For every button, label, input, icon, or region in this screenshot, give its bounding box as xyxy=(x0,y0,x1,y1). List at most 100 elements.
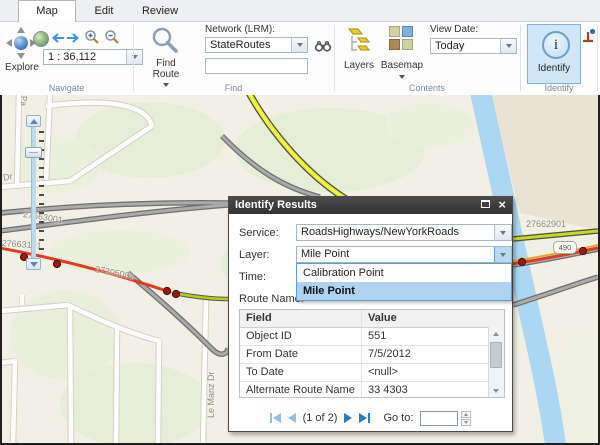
value-cell: 7/5/2012 xyxy=(362,346,481,363)
route-name-label: Route Name: xyxy=(239,293,304,305)
column-header-value: Value xyxy=(362,310,481,327)
goto-spinner-down[interactable] xyxy=(461,419,471,426)
goto-label: Go to: xyxy=(383,412,413,424)
network-lrm-label: Network (LRM): xyxy=(205,24,315,35)
identify-label: Identify xyxy=(528,63,580,74)
pagination-bar: (1 of 2) Go to: xyxy=(229,407,512,429)
layers-button[interactable]: Layers xyxy=(340,26,378,76)
network-lrm-combo[interactable]: StateRoutes xyxy=(205,37,308,53)
highway-shield-490: 490 xyxy=(553,241,577,254)
view-date-dropdown-button[interactable] xyxy=(500,39,516,53)
scrollbar-thumb[interactable] xyxy=(490,342,502,368)
layer-value: Mile Point xyxy=(297,247,494,262)
table-row[interactable]: Alternate Route Name 33 4303 xyxy=(240,382,504,398)
zoom-out-icon[interactable] xyxy=(104,29,120,45)
service-label: Service: xyxy=(239,227,279,239)
field-cell: To Date xyxy=(240,364,362,381)
map-scale-value: 1 : 36,112 xyxy=(44,50,126,64)
dropdown-option-calibration-point[interactable]: Calibration Point xyxy=(297,264,511,282)
layer-label: Layer: xyxy=(239,249,270,261)
identify-button[interactable]: i Identify xyxy=(527,24,581,84)
basemap-button[interactable]: Basemap xyxy=(378,26,426,84)
explore-button[interactable] xyxy=(6,27,36,59)
group-label-identify: Identify xyxy=(520,83,598,93)
page-status: (1 of 2) xyxy=(303,412,338,424)
layer-dropdown-button[interactable] xyxy=(494,247,511,262)
service-combo[interactable]: RoadsHighways/NewYorkRoads xyxy=(296,224,512,241)
dialog-title: Identify Results xyxy=(235,199,317,211)
back-extent-icon[interactable] xyxy=(50,32,65,44)
map-viewport[interactable]: 27663001 27663101 27305001 27662901 490 … xyxy=(0,95,600,445)
explore-pad-icon xyxy=(6,27,36,59)
network-lrm-dropdown-button[interactable] xyxy=(291,38,307,52)
street-label-p: Pa xyxy=(19,96,28,106)
service-value: RoadsHighways/NewYorkRoads xyxy=(297,225,494,240)
map-scale-combo[interactable]: 1 : 36,112 xyxy=(43,49,143,65)
column-header-field: Field xyxy=(240,310,362,327)
attributes-table: Field Value Object ID 551 From Date 7/5/… xyxy=(239,309,505,398)
tab-review[interactable]: Review xyxy=(132,1,188,21)
ribbon: Explore 1 : 36,112 Navigate Find Route N… xyxy=(0,22,600,96)
field-cell: Object ID xyxy=(240,328,362,345)
identify-route-location-icon[interactable] xyxy=(580,27,597,45)
find-route-icon xyxy=(151,26,181,56)
time-label: Time: xyxy=(239,271,266,283)
dropdown-option-mile-point[interactable]: Mile Point xyxy=(297,282,511,300)
ribbon-tab-strip: Map Edit Review xyxy=(0,0,600,22)
table-row[interactable]: Object ID 551 xyxy=(240,328,504,346)
full-extent-globe-icon[interactable] xyxy=(33,31,49,47)
binoculars-icon[interactable] xyxy=(314,39,332,52)
page-last-button[interactable] xyxy=(359,413,370,423)
zoom-in-icon[interactable] xyxy=(84,29,100,45)
value-cell: 551 xyxy=(362,328,481,345)
value-cell: 33 4303 xyxy=(362,382,481,398)
table-header-row: Field Value xyxy=(240,310,504,328)
zoom-slider-handle[interactable] xyxy=(25,147,42,158)
scrollbar-down-button[interactable] xyxy=(489,384,503,397)
service-dropdown-button[interactable] xyxy=(494,225,511,240)
view-date-label: View Date: xyxy=(430,24,510,35)
identify-results-dialog: Identify Results Service: RoadsHighways/… xyxy=(228,196,513,432)
map-scale-dropdown-button[interactable] xyxy=(126,50,142,64)
street-label-le-manz-dr: Le Manz Dr xyxy=(206,371,216,418)
forward-extent-icon[interactable] xyxy=(66,32,81,44)
basemap-icon xyxy=(389,26,414,51)
explore-label: Explore xyxy=(0,62,44,73)
value-cell: <null> xyxy=(362,364,481,381)
view-date-combo[interactable]: Today xyxy=(430,38,517,54)
page-previous-button[interactable] xyxy=(288,413,296,423)
page-next-button[interactable] xyxy=(344,413,352,423)
route-input[interactable] xyxy=(205,58,308,74)
view-date-value: Today xyxy=(431,39,500,53)
tab-edit[interactable]: Edit xyxy=(76,1,132,21)
street-label-dr: Dr xyxy=(2,171,13,182)
group-label-contents: Contents xyxy=(334,83,520,93)
page-first-button[interactable] xyxy=(270,413,281,423)
find-route-label: Find Route xyxy=(146,58,186,80)
tab-map[interactable]: Map xyxy=(18,0,76,22)
group-label-navigate: Navigate xyxy=(0,83,133,93)
layers-icon xyxy=(345,26,373,56)
maximize-icon[interactable] xyxy=(481,200,490,208)
dialog-title-bar[interactable]: Identify Results xyxy=(229,197,512,214)
application-window: Map Edit Review Explore 1 : 36,112 Navig… xyxy=(0,0,600,445)
slider-zoom-in-button[interactable] xyxy=(26,115,41,127)
close-icon[interactable] xyxy=(498,197,506,213)
goto-spinner xyxy=(461,411,471,426)
goto-spinner-up[interactable] xyxy=(461,411,471,418)
basemap-label: Basemap xyxy=(378,60,426,71)
table-scrollbar[interactable] xyxy=(488,327,504,397)
network-lrm-value: StateRoutes xyxy=(206,38,291,52)
find-route-button[interactable]: Find Route xyxy=(146,26,186,82)
identify-icon: i xyxy=(542,31,570,59)
layers-label: Layers xyxy=(338,60,380,71)
group-label-find: Find xyxy=(133,83,334,93)
slider-zoom-out-button[interactable] xyxy=(26,258,41,270)
field-cell: Alternate Route Name xyxy=(240,382,362,398)
route-label-27662901: 27662901 xyxy=(526,219,566,229)
layer-combo[interactable]: Mile Point xyxy=(296,246,512,263)
goto-page-input[interactable] xyxy=(420,411,458,426)
table-row[interactable]: From Date 7/5/2012 xyxy=(240,346,504,364)
scrollbar-up-button[interactable] xyxy=(489,327,503,340)
table-row[interactable]: To Date <null> xyxy=(240,364,504,382)
